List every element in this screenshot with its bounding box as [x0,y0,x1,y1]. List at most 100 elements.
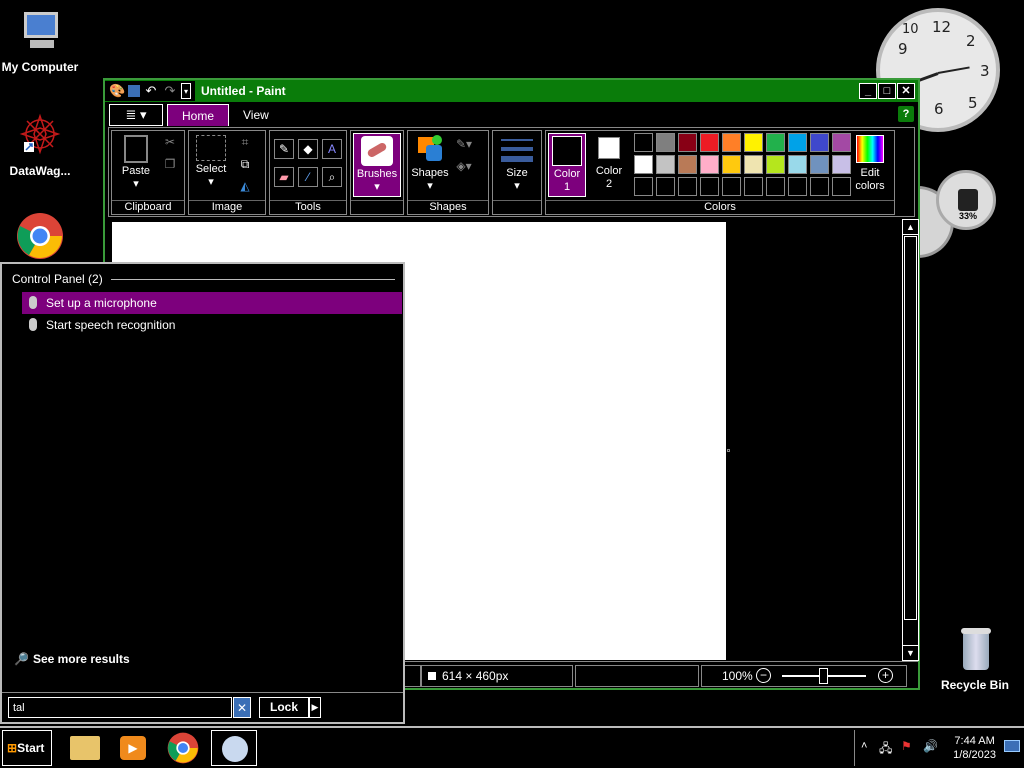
paste-button[interactable]: Paste ▾ [116,135,156,191]
clock[interactable]: 7:44 AM 1/8/2023 [953,734,996,762]
group-label: Tools [270,200,346,214]
group-label: Shapes [408,200,488,214]
palette-swatch[interactable] [678,177,697,196]
canvas-resize-handle[interactable] [727,449,730,452]
vertical-scrollbar[interactable]: ▲ ▼ [902,219,919,661]
window-title: Untitled - Paint [201,84,286,98]
palette-swatch[interactable] [766,133,785,152]
action-center-icon[interactable]: ⚑ [901,739,912,753]
eraser-icon[interactable]: ▰ [274,167,294,187]
see-more-results-link[interactable]: 🔎 See more results [14,652,130,666]
cut-icon[interactable]: ✂ [160,133,180,153]
palette-swatch[interactable] [810,155,829,174]
zoom-slider-thumb[interactable] [819,668,828,684]
palette-swatch[interactable] [656,133,675,152]
maximize-button[interactable]: □ [878,83,896,99]
crop-icon[interactable]: ⌗ [235,133,255,153]
palette-swatch[interactable] [788,155,807,174]
scroll-up-arrow[interactable]: ▲ [903,220,918,235]
shapes-button[interactable]: Shapes ▾ [410,135,450,193]
copy-icon[interactable]: ❐ [160,155,180,175]
zoom-in-button[interactable]: + [878,668,893,683]
taskbar-media-player[interactable]: ▶ [110,730,156,766]
show-hidden-icons[interactable]: ˄ [861,740,867,752]
color-picker-icon[interactable]: ⁄ [298,167,318,187]
select-button[interactable]: Select ▾ [193,135,229,189]
palette-swatch[interactable] [678,155,697,174]
outline-icon[interactable]: ✎▾ [454,135,474,155]
customize-toolbar-icon[interactable]: ▾ [181,83,191,99]
power-options-arrow[interactable]: ▶ [309,697,321,718]
desktop-icon-datawag[interactable]: DataWag... [0,112,80,178]
palette-swatch[interactable] [744,155,763,174]
meter-gauge-gadget[interactable]: 33% [936,170,996,230]
size-button[interactable]: Size ▾ [497,135,537,193]
taskbar-chrome[interactable] [160,730,206,766]
clear-search-icon[interactable]: ✕ [233,697,251,718]
pencil-icon[interactable]: ✎ [274,139,294,159]
palette-swatch[interactable] [722,133,741,152]
palette-swatch[interactable] [722,177,741,196]
palette-swatch[interactable] [810,133,829,152]
save-icon[interactable] [128,85,140,97]
palette-swatch[interactable] [700,133,719,152]
desktop-icon-recycle-bin[interactable]: Recycle Bin [935,626,1015,692]
zoom-cell: 100% − + [701,665,907,687]
lock-button[interactable]: Lock [259,697,309,718]
edit-colors-button[interactable]: Edit colors [848,135,892,193]
palette-swatch[interactable] [744,133,763,152]
start-button[interactable]: ⊞Start [2,730,52,766]
taskbar-paint[interactable] [211,730,257,766]
network-icon[interactable]: 🖧 [879,739,892,760]
paint-app-icon[interactable]: 🎨 [109,83,125,99]
close-button[interactable]: ✕ [897,83,915,99]
search-input[interactable] [8,697,232,718]
scroll-down-arrow[interactable]: ▼ [903,645,918,660]
search-results-header[interactable]: Control Panel (2) [12,272,395,286]
select-icon [196,135,226,161]
palette-swatch[interactable] [744,177,763,196]
palette-swatch[interactable] [656,155,675,174]
tab-home[interactable]: Home [167,104,230,126]
undo-icon[interactable]: ↶ [143,83,159,99]
color2-button[interactable]: Color 2 [590,137,628,191]
palette-swatch[interactable] [634,177,653,196]
fill-icon[interactable]: ◆ [298,139,318,159]
status-cell [575,665,699,687]
scroll-thumb[interactable] [904,236,917,620]
palette-swatch[interactable] [766,177,785,196]
palette-swatch[interactable] [788,133,807,152]
edit-colors-icon [856,135,884,163]
tab-view[interactable]: View [229,104,283,126]
palette-swatch[interactable] [634,133,653,152]
result-start-speech-recognition[interactable]: Start speech recognition [22,314,402,336]
result-set-up-microphone[interactable]: Set up a microphone [22,292,402,314]
brushes-button[interactable]: Brushes ▾ [353,133,401,197]
fill-shape-icon[interactable]: ◈▾ [454,157,474,177]
desktop-icon-my-computer[interactable]: My Computer [0,8,80,74]
minimize-button[interactable]: _ [859,83,877,99]
title-bar[interactable]: 🎨 ↶ ↷ ▾ Untitled - Paint _ □ ✕ [105,80,918,102]
desktop-icon-chrome[interactable] [0,212,80,264]
rotate-icon[interactable]: ◭ [235,177,255,197]
text-icon[interactable]: A [322,139,342,159]
palette-swatch[interactable] [678,133,697,152]
palette-swatch[interactable] [656,177,675,196]
palette-swatch[interactable] [766,155,785,174]
palette-swatch[interactable] [634,155,653,174]
magnifier-icon[interactable]: ⌕ [322,167,342,187]
zoom-out-button[interactable]: − [756,668,771,683]
taskbar-explorer[interactable] [62,730,108,766]
color1-button[interactable]: Color 1 [548,133,586,197]
help-icon[interactable]: ? [898,106,914,122]
show-desktop-icon[interactable] [1004,740,1020,752]
palette-swatch[interactable] [722,155,741,174]
palette-swatch[interactable] [810,177,829,196]
palette-swatch[interactable] [700,155,719,174]
redo-icon[interactable]: ↷ [162,83,178,99]
resize-icon[interactable]: ⧉ [235,155,255,175]
volume-icon[interactable]: 🔊 [923,739,938,753]
palette-swatch[interactable] [788,177,807,196]
file-menu-button[interactable]: ≣ ▾ [109,104,163,126]
palette-swatch[interactable] [700,177,719,196]
